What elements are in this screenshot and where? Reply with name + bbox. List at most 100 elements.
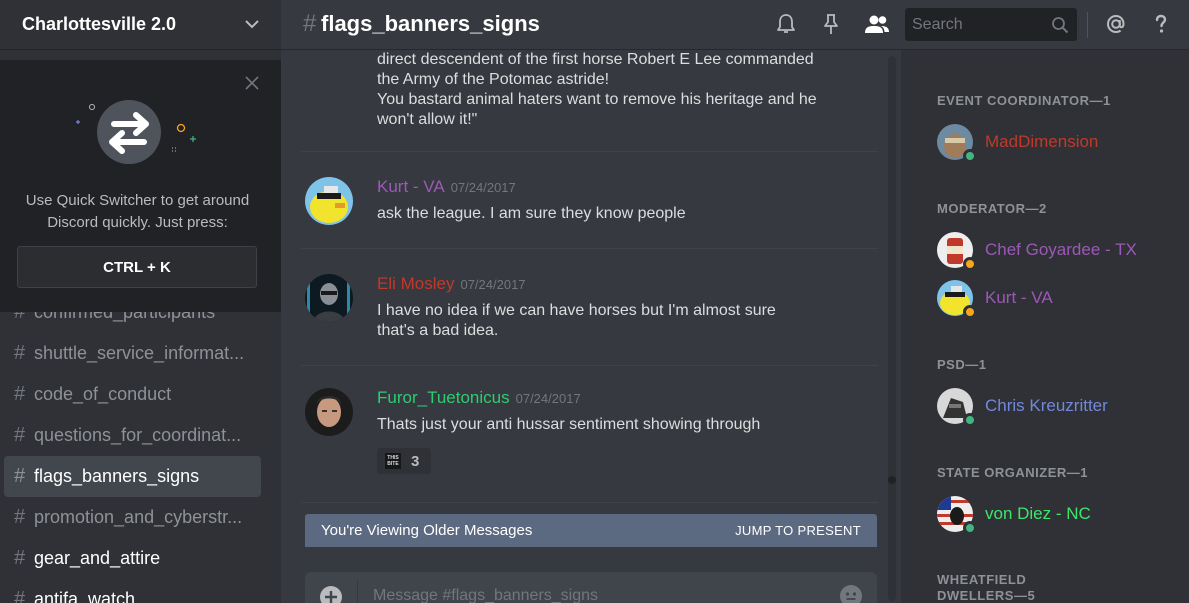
hash-icon: # — [14, 424, 26, 446]
message-line: direct descendent of the first horse Rob… — [377, 51, 814, 68]
hash-icon: # — [14, 383, 26, 405]
close-icon[interactable] — [245, 76, 259, 90]
status-online-indicator — [963, 521, 977, 535]
channel-gear-and-attire[interactable]: # gear_and_attire — [4, 538, 261, 579]
jump-to-present-button[interactable]: JUMP TO PRESENT — [735, 523, 861, 538]
role-header-line: WHEATFIELD — [937, 572, 1027, 587]
older-messages-bar[interactable]: You're Viewing Older Messages JUMP TO PR… — [305, 514, 877, 547]
message-input[interactable] — [373, 584, 813, 603]
channel-label: code_of_conduct — [34, 384, 172, 404]
message-line: the Army of the Potomac astride! — [377, 71, 610, 88]
channel-label: shuttle_service_informat... — [34, 343, 245, 363]
scrollbar-thumb[interactable] — [888, 476, 896, 484]
channel-label: flags_banners_signs — [34, 466, 200, 486]
channel-antifa-watch[interactable]: # antifa_watch — [4, 579, 261, 603]
upload-plus-icon[interactable] — [319, 585, 343, 603]
hash-icon: # — [14, 547, 26, 569]
role-header: PSD—1 — [937, 357, 987, 372]
quick-switcher-arrows-icon — [76, 100, 196, 164]
author-name[interactable]: Eli Mosley — [377, 274, 454, 293]
reaction-button[interactable]: THIS BITE 3 — [377, 448, 431, 474]
status-idle-indicator — [963, 305, 977, 319]
message-content: ask the league. I am sure they know peop… — [377, 204, 817, 224]
message-list: direct descendent of the first horse Rob… — [281, 50, 900, 603]
member-name: von Diez - NC — [985, 504, 1091, 523]
message-scrollbar[interactable] — [888, 56, 896, 601]
channel-promotion[interactable]: # promotion_and_cyberstr... — [4, 497, 261, 538]
avatar[interactable] — [305, 388, 353, 436]
avatar[interactable] — [305, 274, 353, 322]
message-composer — [305, 572, 877, 603]
status-idle-indicator — [963, 257, 977, 271]
author-name[interactable]: Furor_Tuetonicus — [377, 388, 510, 407]
avatar[interactable] — [305, 177, 353, 225]
server-header[interactable]: Charlottesville 2.0 — [0, 0, 281, 50]
emoji-icon[interactable] — [839, 584, 863, 603]
member-item[interactable]: Chef Goyardee - TX — [937, 230, 1177, 271]
bell-icon[interactable] — [774, 12, 798, 36]
hint-line-1: Use Quick Switcher to get around — [25, 192, 250, 209]
channel-questions[interactable]: # questions_for_coordinat... — [4, 415, 261, 456]
message-timestamp: 07/24/2017 — [515, 391, 581, 406]
help-icon[interactable] — [1149, 12, 1173, 36]
member-name: Chris Kreuzritter — [985, 396, 1108, 415]
quick-switcher-shortcut-button[interactable]: CTRL + K — [17, 246, 257, 288]
message-divider — [301, 365, 878, 366]
search-box[interactable] — [905, 8, 1077, 41]
status-online-indicator — [963, 149, 977, 163]
search-input[interactable] — [905, 8, 1045, 41]
message-divider — [301, 248, 878, 249]
member-name: MadDimension — [985, 132, 1099, 151]
role-header: EVENT COORDINATOR—1 — [937, 93, 1111, 108]
member-item[interactable]: Chris Kreuzritter — [937, 386, 1177, 427]
member-list: EVENT COORDINATOR—1 MadDimension MODERAT… — [901, 50, 1189, 603]
message-divider — [301, 151, 878, 152]
message-line: ask the league. I am sure they know peop… — [377, 205, 686, 222]
members-icon[interactable] — [863, 12, 891, 36]
message-line: won't allow it!" — [377, 111, 478, 128]
pin-icon[interactable] — [819, 12, 843, 36]
role-header-line: DWELLERS—5 — [937, 588, 1036, 603]
message-divider — [301, 502, 878, 503]
member-item[interactable]: Kurt - VA — [937, 278, 1177, 319]
message-continuation: direct descendent of the first horse Rob… — [377, 50, 857, 130]
status-online-indicator — [963, 413, 977, 427]
channel-label: antifa_watch — [34, 589, 136, 603]
channel-title: flags_banners_signs — [321, 11, 540, 36]
channel-flags-banners-signs[interactable]: # flags_banners_signs — [4, 456, 261, 497]
quick-switcher-popout: Use Quick Switcher to get around Discord… — [0, 60, 281, 312]
member-item[interactable]: MadDimension — [937, 122, 1177, 163]
reaction-count: 3 — [411, 452, 420, 470]
older-messages-label: You're Viewing Older Messages — [321, 522, 533, 539]
search-icon — [1052, 17, 1069, 34]
message-line: You bastard animal haters want to remove… — [377, 91, 817, 108]
channel-list: # confirmed_participants # shuttle_service… — [0, 292, 281, 603]
hash-icon: # — [14, 588, 26, 603]
message-line: that's a bad idea. — [377, 322, 499, 339]
hash-icon: # — [303, 10, 317, 37]
member-name: Kurt - VA — [985, 288, 1053, 307]
mention-icon[interactable] — [1104, 12, 1128, 36]
member-name: Chef Goyardee - TX — [985, 240, 1137, 259]
composer-divider — [357, 580, 358, 603]
channel-label: questions_for_coordinat... — [34, 425, 242, 445]
message-timestamp: 07/24/2017 — [460, 277, 526, 292]
author-name[interactable]: Kurt - VA — [377, 177, 445, 196]
channel-shuttle-service[interactable]: # shuttle_service_informat... — [4, 333, 261, 374]
message-author[interactable]: Kurt - VA 07/24/2017 — [377, 177, 516, 197]
hash-icon: # — [14, 506, 26, 528]
channel-label: gear_and_attire — [34, 548, 161, 568]
message-author[interactable]: Eli Mosley 07/24/2017 — [377, 274, 526, 294]
message-content: Thats just your anti hussar sentiment sh… — [377, 415, 817, 435]
channel-sidebar: # confirmed_participants # shuttle_service… — [0, 0, 281, 603]
channel-header: # flags_banners_signs — [281, 0, 1189, 50]
message-line: Thats just your anti hussar sentiment sh… — [377, 416, 761, 433]
member-item[interactable]: von Diez - NC — [937, 494, 1177, 535]
message-author[interactable]: Furor_Tuetonicus 07/24/2017 — [377, 388, 581, 408]
channel-code-of-conduct[interactable]: # code_of_conduct — [4, 374, 261, 415]
message-content: I have no idea if we can have horses but… — [377, 301, 817, 341]
channel-label: promotion_and_cyberstr... — [34, 507, 243, 527]
message-timestamp: 07/24/2017 — [450, 180, 516, 195]
role-header: STATE ORGANIZER—1 — [937, 465, 1089, 480]
toolbar-divider — [1087, 12, 1088, 38]
